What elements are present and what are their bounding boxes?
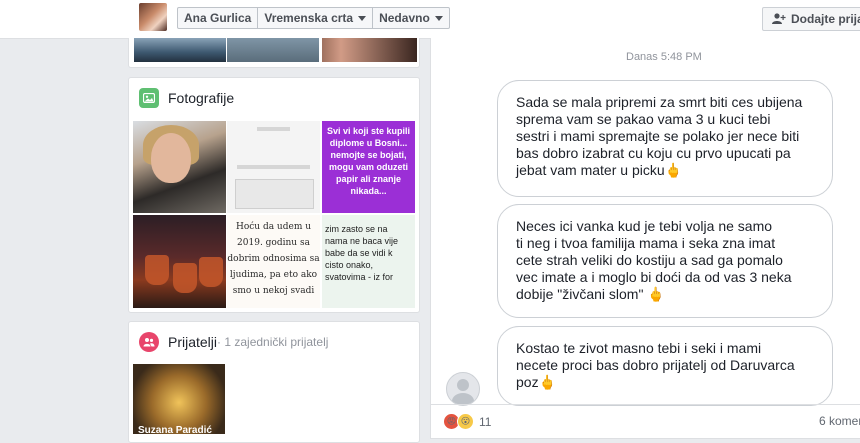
add-friend-button[interactable]: Dodajte prijate xyxy=(762,7,860,31)
reactions-summary[interactable]: 😡 😮 11 xyxy=(443,413,491,430)
friends-icon xyxy=(139,332,159,352)
strip-photo[interactable] xyxy=(227,38,319,62)
photos-section: Fotografije Svi vi koji ste kupili diplo… xyxy=(128,77,420,313)
chevron-down-icon xyxy=(434,15,443,21)
photos-title: Fotografije xyxy=(168,90,235,106)
friends-section: Prijatelji · 1 zajednički prijatelj Suza… xyxy=(128,321,420,443)
reaction-count: 11 xyxy=(479,414,492,429)
message-bubble: Kostao te zivot masno tebi i seki i mami… xyxy=(497,326,833,406)
wow-reaction-icon: 😮 xyxy=(457,413,474,430)
message-bubble: Sada se mala pripremi za smrt biti ces u… xyxy=(497,80,833,197)
profile-breadcrumb: Ana Gurlica Vremenska crta Nedavno xyxy=(177,7,450,29)
profile-avatar[interactable] xyxy=(139,3,167,31)
add-friend-label: Dodajte prijate xyxy=(791,12,860,26)
photo-thumbnail[interactable]: Hoću da udem u 2019. godinu sa dobrim od… xyxy=(227,215,320,308)
post-divider xyxy=(431,404,860,405)
mutual-friends-count: · 1 zajednički prijatelj xyxy=(217,335,329,349)
previous-card-strip xyxy=(128,38,420,68)
message-timestamp: Danas 5:48 PM xyxy=(626,51,702,63)
friend-tile[interactable]: Suzana Paradić xyxy=(133,364,225,434)
profile-name-label: Ana Gurlica xyxy=(184,11,252,25)
recent-label: Nedavno xyxy=(379,11,430,25)
photo-thumbnail[interactable]: Svi vi koji ste kupili diplome u Bosni..… xyxy=(322,121,415,213)
message-post: Danas 5:48 PM Sada se mala pripremi za s… xyxy=(430,38,860,439)
chevron-down-icon xyxy=(358,15,367,21)
timeline-dropdown[interactable]: Vremenska crta xyxy=(258,8,374,28)
timeline-label: Vremenska crta xyxy=(264,11,354,25)
photo-caption: zim zasto se na nama ne baca vije babe d… xyxy=(325,224,399,282)
photos-icon xyxy=(139,88,159,108)
friends-header[interactable]: Prijatelji · 1 zajednički prijatelj xyxy=(139,332,328,352)
photos-header[interactable]: Fotografije xyxy=(139,88,234,108)
comments-count-link[interactable]: 6 komen xyxy=(819,414,860,428)
add-friend-icon xyxy=(772,13,786,24)
photo-thumbnail[interactable] xyxy=(133,121,226,213)
strip-photo[interactable] xyxy=(134,38,226,62)
friends-title: Prijatelji xyxy=(168,334,218,350)
photo-caption: Svi vi koji ste kupili diplome u Bosni..… xyxy=(326,126,411,196)
photo-thumbnail[interactable] xyxy=(133,215,226,308)
profile-header-bar: Ana Gurlica Vremenska crta Nedavno Dodaj… xyxy=(0,0,860,39)
profile-name-link[interactable]: Ana Gurlica xyxy=(178,8,259,28)
photo-thumbnail[interactable] xyxy=(227,121,320,213)
recent-dropdown[interactable]: Nedavno xyxy=(373,8,449,28)
sender-avatar[interactable] xyxy=(446,372,480,406)
photo-caption: Hoću da udem u 2019. godinu sa dobrim od… xyxy=(227,222,320,296)
message-bubble: Neces ici vanka kud je tebi volja ne sam… xyxy=(497,204,833,318)
photo-thumbnail[interactable]: zim zasto se na nama ne baca vije babe d… xyxy=(322,215,415,308)
